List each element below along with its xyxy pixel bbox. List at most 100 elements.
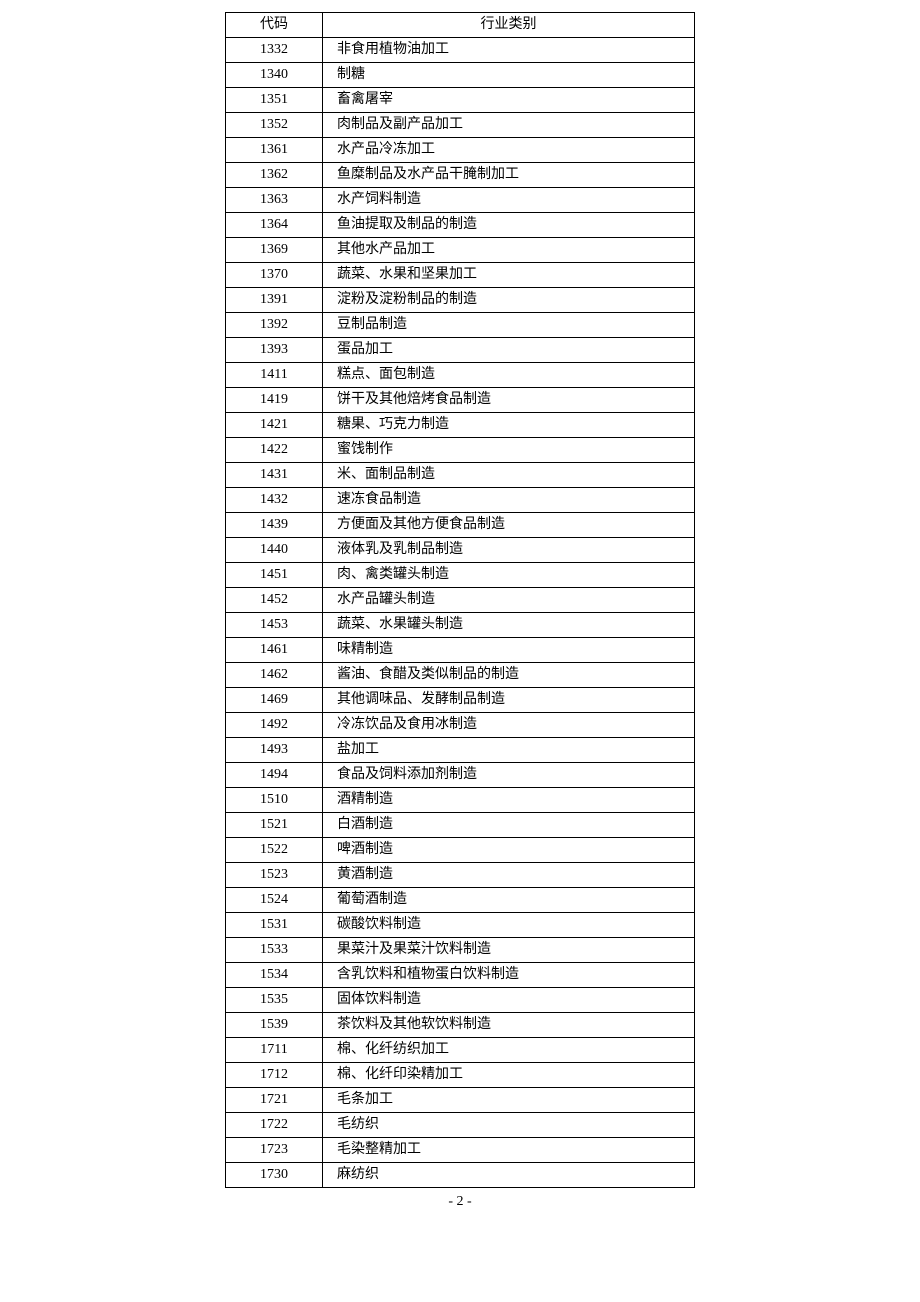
cell-code: 1721 <box>226 1088 323 1113</box>
table-row: 1531碳酸饮料制造 <box>226 913 695 938</box>
table-row: 1340制糖 <box>226 63 695 88</box>
table-row: 1363水产饲料制造 <box>226 188 695 213</box>
cell-code: 1535 <box>226 988 323 1013</box>
table-row: 1432速冻食品制造 <box>226 488 695 513</box>
table-row: 1393蛋品加工 <box>226 338 695 363</box>
cell-category: 黄酒制造 <box>323 863 695 888</box>
cell-category: 糖果、巧克力制造 <box>323 413 695 438</box>
cell-code: 1461 <box>226 638 323 663</box>
cell-code: 1451 <box>226 563 323 588</box>
table-row: 1391淀粉及淀粉制品的制造 <box>226 288 695 313</box>
cell-category: 茶饮料及其他软饮料制造 <box>323 1013 695 1038</box>
cell-code: 1534 <box>226 963 323 988</box>
cell-category: 肉制品及副产品加工 <box>323 113 695 138</box>
cell-category: 鱼糜制品及水产品干腌制加工 <box>323 163 695 188</box>
cell-code: 1364 <box>226 213 323 238</box>
table-row: 1523黄酒制造 <box>226 863 695 888</box>
table-header-row: 代码 行业类别 <box>226 13 695 38</box>
cell-code: 1723 <box>226 1138 323 1163</box>
cell-category: 非食用植物油加工 <box>323 38 695 63</box>
table-row: 1462酱油、食醋及类似制品的制造 <box>226 663 695 688</box>
cell-code: 1492 <box>226 713 323 738</box>
table-row: 1712棉、化纤印染精加工 <box>226 1063 695 1088</box>
table-row: 1722毛纺织 <box>226 1113 695 1138</box>
cell-category: 固体饮料制造 <box>323 988 695 1013</box>
table-row: 1493盐加工 <box>226 738 695 763</box>
cell-category: 酱油、食醋及类似制品的制造 <box>323 663 695 688</box>
cell-category: 蜜饯制作 <box>323 438 695 463</box>
table-row: 1539茶饮料及其他软饮料制造 <box>226 1013 695 1038</box>
cell-category: 棉、化纤印染精加工 <box>323 1063 695 1088</box>
table-row: 1411糕点、面包制造 <box>226 363 695 388</box>
cell-code: 1362 <box>226 163 323 188</box>
cell-category: 毛条加工 <box>323 1088 695 1113</box>
cell-code: 1711 <box>226 1038 323 1063</box>
table-row: 1510酒精制造 <box>226 788 695 813</box>
cell-code: 1439 <box>226 513 323 538</box>
cell-category: 冷冻饮品及食用冰制造 <box>323 713 695 738</box>
cell-code: 1510 <box>226 788 323 813</box>
cell-code: 1469 <box>226 688 323 713</box>
table-row: 1392豆制品制造 <box>226 313 695 338</box>
table-row: 1711棉、化纤纺织加工 <box>226 1038 695 1063</box>
table-row: 1469其他调味品、发酵制品制造 <box>226 688 695 713</box>
cell-category: 水产饲料制造 <box>323 188 695 213</box>
table-row: 1440液体乳及乳制品制造 <box>226 538 695 563</box>
cell-code: 1361 <box>226 138 323 163</box>
table-row: 1419饼干及其他焙烤食品制造 <box>226 388 695 413</box>
cell-code: 1421 <box>226 413 323 438</box>
table-row: 1369其他水产品加工 <box>226 238 695 263</box>
cell-category: 蔬菜、水果和坚果加工 <box>323 263 695 288</box>
table-row: 1452水产品罐头制造 <box>226 588 695 613</box>
table-row: 1535固体饮料制造 <box>226 988 695 1013</box>
cell-code: 1712 <box>226 1063 323 1088</box>
cell-category: 啤酒制造 <box>323 838 695 863</box>
cell-category: 水产品冷冻加工 <box>323 138 695 163</box>
table-row: 1494食品及饲料添加剂制造 <box>226 763 695 788</box>
cell-category: 碳酸饮料制造 <box>323 913 695 938</box>
cell-code: 1393 <box>226 338 323 363</box>
table-row: 1361水产品冷冻加工 <box>226 138 695 163</box>
cell-code: 1340 <box>226 63 323 88</box>
cell-code: 1411 <box>226 363 323 388</box>
cell-category: 米、面制品制造 <box>323 463 695 488</box>
cell-category: 棉、化纤纺织加工 <box>323 1038 695 1063</box>
table-row: 1362鱼糜制品及水产品干腌制加工 <box>226 163 695 188</box>
cell-category: 含乳饮料和植物蛋白饮料制造 <box>323 963 695 988</box>
cell-code: 1533 <box>226 938 323 963</box>
cell-code: 1494 <box>226 763 323 788</box>
cell-category: 毛纺织 <box>323 1113 695 1138</box>
cell-category: 方便面及其他方便食品制造 <box>323 513 695 538</box>
cell-category: 蛋品加工 <box>323 338 695 363</box>
table-row: 1351畜禽屠宰 <box>226 88 695 113</box>
cell-code: 1522 <box>226 838 323 863</box>
table-row: 1522啤酒制造 <box>226 838 695 863</box>
cell-code: 1370 <box>226 263 323 288</box>
cell-category: 饼干及其他焙烤食品制造 <box>323 388 695 413</box>
cell-code: 1452 <box>226 588 323 613</box>
industry-table: 代码 行业类别 1332非食用植物油加工1340制糖1351畜禽屠宰1352肉制… <box>225 12 695 1188</box>
cell-category: 水产品罐头制造 <box>323 588 695 613</box>
cell-code: 1440 <box>226 538 323 563</box>
table-row: 1524葡萄酒制造 <box>226 888 695 913</box>
table-row: 1453蔬菜、水果罐头制造 <box>226 613 695 638</box>
header-category: 行业类别 <box>323 13 695 38</box>
cell-code: 1730 <box>226 1163 323 1188</box>
table-row: 1723毛染整精加工 <box>226 1138 695 1163</box>
table-row: 1534含乳饮料和植物蛋白饮料制造 <box>226 963 695 988</box>
cell-code: 1422 <box>226 438 323 463</box>
table-row: 1461味精制造 <box>226 638 695 663</box>
table-row: 1533果菜汁及果菜汁饮料制造 <box>226 938 695 963</box>
table-row: 1492冷冻饮品及食用冰制造 <box>226 713 695 738</box>
cell-category: 酒精制造 <box>323 788 695 813</box>
cell-category: 其他调味品、发酵制品制造 <box>323 688 695 713</box>
cell-category: 速冻食品制造 <box>323 488 695 513</box>
cell-category: 食品及饲料添加剂制造 <box>323 763 695 788</box>
table-body: 1332非食用植物油加工1340制糖1351畜禽屠宰1352肉制品及副产品加工1… <box>226 38 695 1188</box>
cell-category: 液体乳及乳制品制造 <box>323 538 695 563</box>
header-code: 代码 <box>226 13 323 38</box>
table-row: 1422蜜饯制作 <box>226 438 695 463</box>
cell-code: 1524 <box>226 888 323 913</box>
table-row: 1451肉、禽类罐头制造 <box>226 563 695 588</box>
table-row: 1421糖果、巧克力制造 <box>226 413 695 438</box>
